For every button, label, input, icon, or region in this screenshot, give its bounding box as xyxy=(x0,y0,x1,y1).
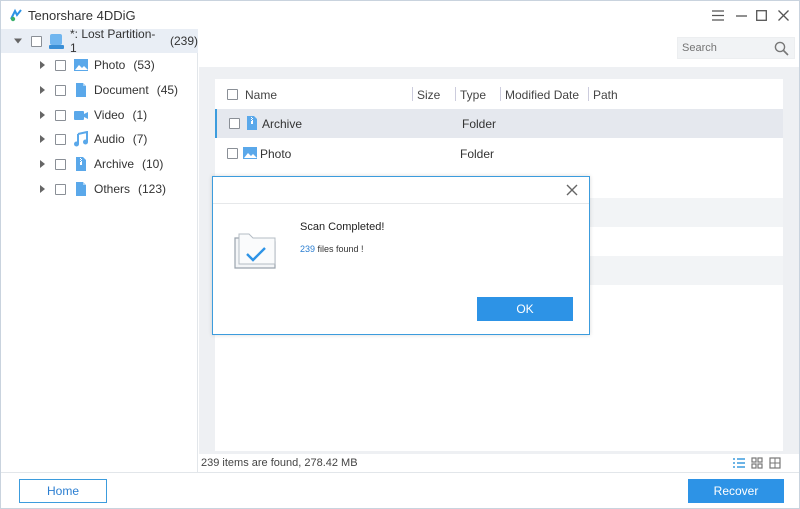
home-button[interactable]: Home xyxy=(19,479,107,503)
ok-button[interactable]: OK xyxy=(477,297,573,321)
caret-right-icon xyxy=(40,86,45,94)
dialog-close-icon[interactable] xyxy=(565,183,579,197)
row-checkbox[interactable] xyxy=(227,148,238,159)
sidebar-item-photo[interactable]: Photo (53) xyxy=(1,53,198,77)
root-label: *: Lost Partition-1 xyxy=(70,27,156,55)
video-checkbox[interactable] xyxy=(55,109,66,121)
select-all-checkbox[interactable] xyxy=(227,89,238,100)
files-found-count: 239 xyxy=(300,244,316,254)
others-icon xyxy=(76,182,86,196)
caret-down-icon xyxy=(14,38,22,44)
app-title: Tenorshare 4DDiG xyxy=(28,8,136,23)
row-type: Folder xyxy=(460,147,495,161)
column-separator[interactable] xyxy=(500,87,501,101)
column-size[interactable]: Size xyxy=(417,88,440,102)
sidebar-item-label: Others xyxy=(94,182,131,196)
list-view-icon[interactable] xyxy=(733,457,745,469)
file-list-header: Name Size Type Modified Date Path xyxy=(215,79,783,109)
files-found-text: files found ! xyxy=(315,244,364,254)
dialog-title: Scan Completed! xyxy=(300,221,385,233)
audio-checkbox[interactable] xyxy=(55,133,66,145)
close-button[interactable] xyxy=(772,5,794,25)
caret-right-icon xyxy=(40,135,45,143)
table-row[interactable]: Photo Folder xyxy=(215,139,783,168)
maximize-button[interactable] xyxy=(750,5,772,25)
sidebar-item-label: Archive xyxy=(94,157,135,171)
column-separator[interactable] xyxy=(412,87,413,101)
dialog-message: 239 files found ! xyxy=(300,244,364,254)
scan-completed-dialog: Scan Completed! 239 files found ! OK xyxy=(212,176,590,335)
search-icon[interactable] xyxy=(774,41,789,56)
hamburger-icon xyxy=(712,9,724,21)
archive-checkbox[interactable] xyxy=(55,158,66,170)
audio-icon xyxy=(74,131,88,147)
document-checkbox[interactable] xyxy=(55,84,66,96)
root-count: (239) xyxy=(170,34,199,48)
sidebar-item-archive[interactable]: Archive (10) xyxy=(1,152,198,176)
column-separator[interactable] xyxy=(588,87,589,101)
status-bar: 239 items are found, 278.42 MB xyxy=(199,454,799,472)
row-name: Archive xyxy=(262,117,303,131)
search-area xyxy=(199,29,799,67)
column-type[interactable]: Type xyxy=(460,88,486,102)
row-type: Folder xyxy=(462,117,497,131)
sidebar-item-count: (53) xyxy=(133,58,155,72)
archive-icon xyxy=(76,157,86,171)
title-bar: Tenorshare 4DDiG xyxy=(1,1,799,29)
column-separator[interactable] xyxy=(455,87,456,101)
photo-icon xyxy=(74,59,88,71)
tree-root-lost-partition[interactable]: *: Lost Partition-1 (239) xyxy=(1,27,199,55)
app-logo-icon xyxy=(10,8,22,22)
sidebar-item-video[interactable]: Video (1) xyxy=(1,103,198,127)
photo-icon xyxy=(243,147,257,159)
sidebar-item-count: (7) xyxy=(132,132,148,146)
grid-view-icon[interactable] xyxy=(751,457,763,469)
sidebar-item-count: (45) xyxy=(156,83,179,97)
photo-checkbox[interactable] xyxy=(55,59,66,71)
footer-bar: Home Recover xyxy=(1,472,799,508)
search-box[interactable] xyxy=(677,37,795,59)
row-checkbox[interactable] xyxy=(229,118,240,129)
maximize-icon xyxy=(755,9,767,21)
table-row[interactable]: Archive Folder xyxy=(215,109,783,138)
drive-icon xyxy=(49,33,64,49)
minimize-icon xyxy=(735,14,747,17)
folder-check-icon xyxy=(234,233,276,269)
document-icon xyxy=(76,83,86,97)
sidebar-item-others[interactable]: Others (123) xyxy=(1,177,198,201)
sidebar-item-label: Video xyxy=(94,108,125,122)
recover-button[interactable]: Recover xyxy=(688,479,784,503)
close-icon xyxy=(777,9,789,21)
sidebar-item-document[interactable]: Document (45) xyxy=(1,78,198,102)
thumbnail-view-icon[interactable] xyxy=(769,457,781,469)
archive-icon xyxy=(247,116,257,130)
video-icon xyxy=(74,111,88,120)
caret-right-icon xyxy=(40,185,45,193)
caret-right-icon xyxy=(40,111,45,119)
search-input[interactable] xyxy=(682,40,772,56)
caret-right-icon xyxy=(40,61,45,69)
column-name[interactable]: Name xyxy=(245,88,277,102)
sidebar-item-count: (10) xyxy=(142,157,164,171)
column-path[interactable]: Path xyxy=(593,88,618,102)
sidebar-item-count: (1) xyxy=(132,108,148,122)
minimize-button[interactable] xyxy=(730,5,752,25)
sidebar-item-count: (123) xyxy=(138,182,167,196)
sidebar-item-label: Audio xyxy=(94,132,125,146)
sidebar-item-label: Photo xyxy=(94,58,126,72)
sidebar-item-audio[interactable]: Audio (7) xyxy=(1,127,198,151)
row-name: Photo xyxy=(260,147,292,161)
sidebar-item-label: Document xyxy=(94,83,149,97)
caret-right-icon xyxy=(40,160,45,168)
status-text: 239 items are found, 278.42 MB xyxy=(201,457,358,469)
dialog-header xyxy=(213,177,589,204)
root-checkbox[interactable] xyxy=(31,35,42,47)
others-checkbox[interactable] xyxy=(55,183,66,195)
column-modified-date[interactable]: Modified Date xyxy=(505,88,579,102)
app-window: Tenorshare 4DDiG *: Lost Partition-1 (23… xyxy=(0,0,800,509)
menu-button[interactable] xyxy=(707,5,729,25)
sidebar-tree: *: Lost Partition-1 (239) Photo (53) Doc… xyxy=(1,27,199,472)
